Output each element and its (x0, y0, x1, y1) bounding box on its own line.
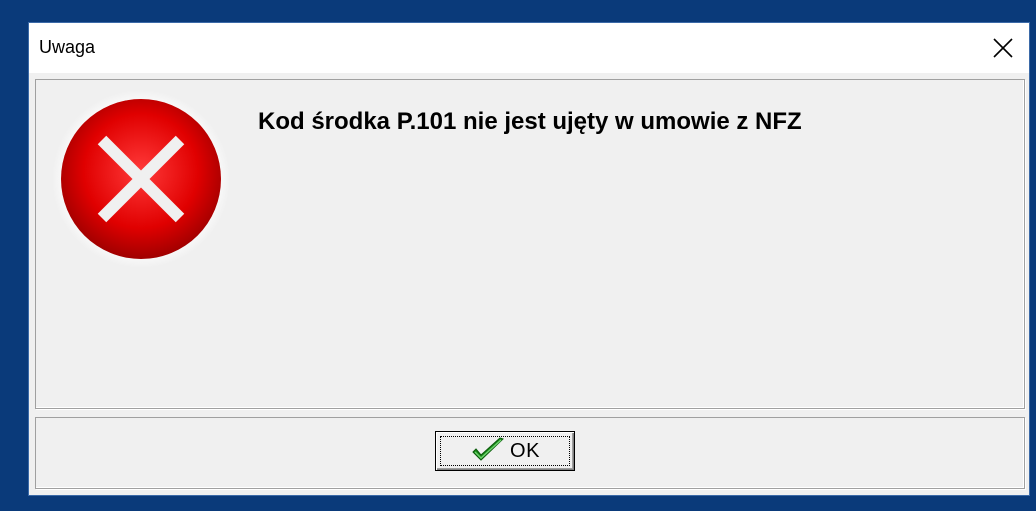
close-button[interactable] (981, 27, 1025, 69)
title-bar[interactable]: Uwaga (29, 23, 1029, 73)
window-title: Uwaga (39, 37, 96, 57)
ok-button[interactable]: OK (435, 431, 575, 471)
ok-button-label: OK (510, 439, 540, 462)
button-panel: OK (35, 417, 1025, 489)
dialog-window: Uwaga Kod środka P.101 nie jest ujęty w … (28, 22, 1030, 496)
close-icon (993, 38, 1013, 58)
error-icon (52, 90, 230, 268)
error-message: Kod środka P.101 nie jest ujęty w umowie… (258, 108, 802, 135)
checkmark-icon (472, 437, 504, 461)
message-panel: Kod środka P.101 nie jest ujęty w umowie… (35, 79, 1025, 409)
